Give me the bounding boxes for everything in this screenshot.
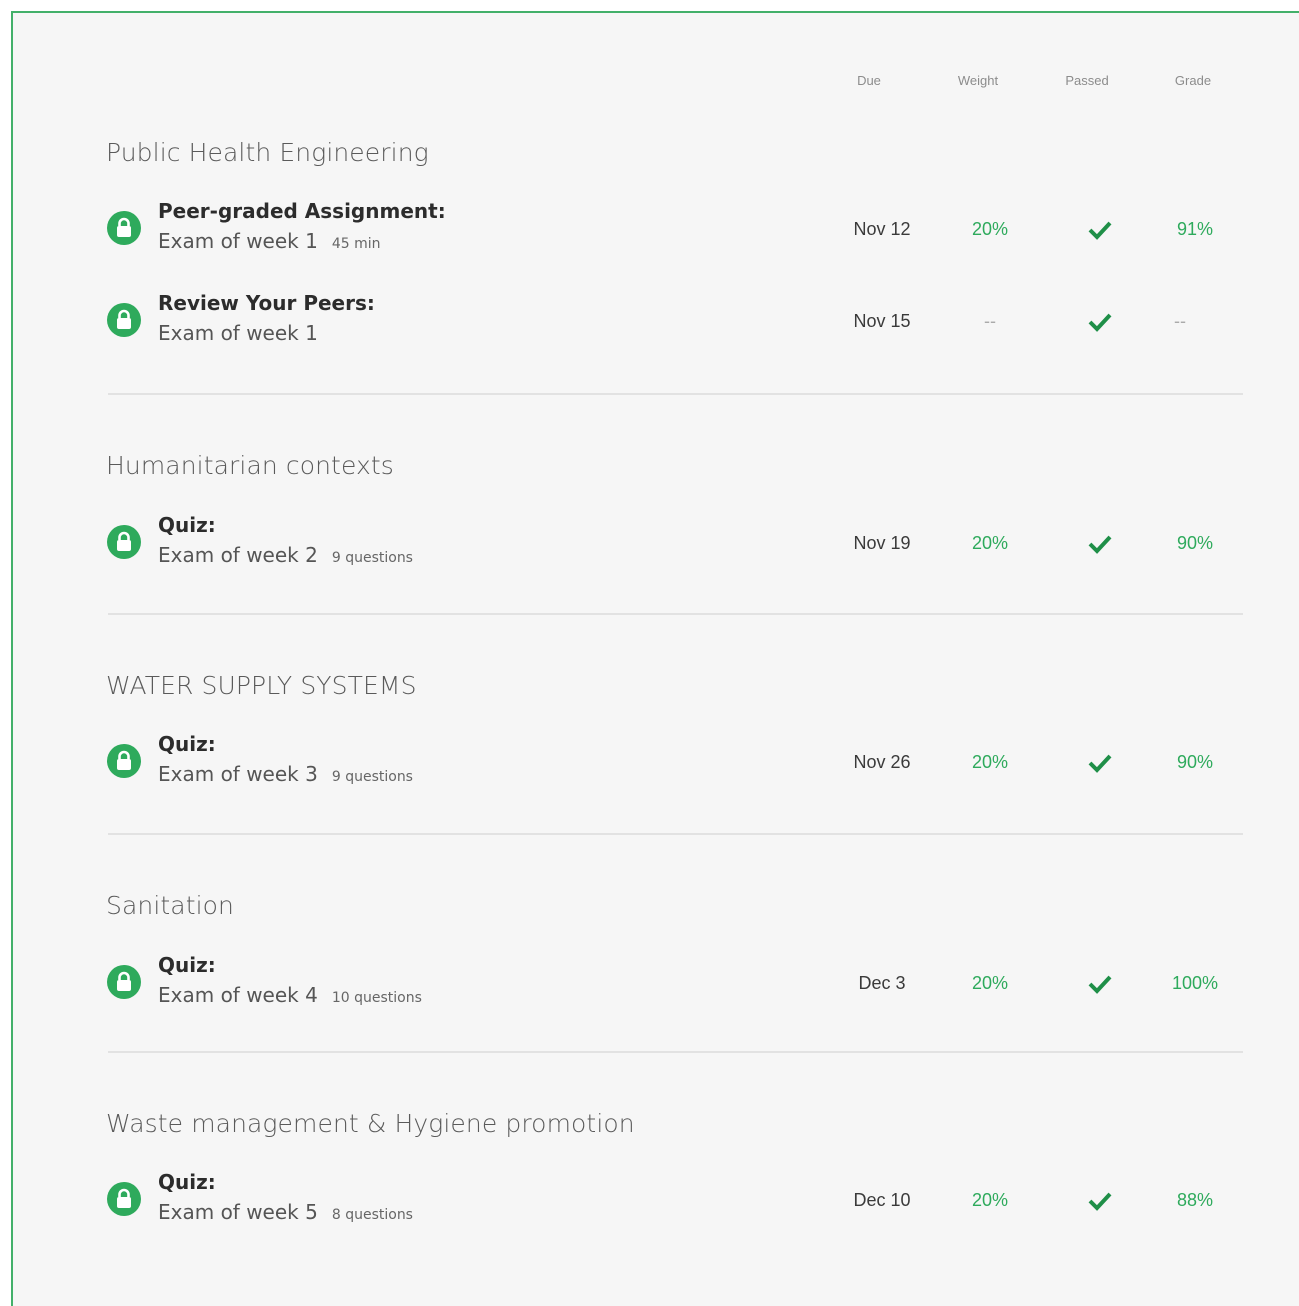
item-name[interactable]: Exam of week 5 8 questions bbox=[158, 1200, 413, 1224]
item-title[interactable]: Exam of week 1 bbox=[158, 321, 318, 345]
checkmark-icon bbox=[1088, 313, 1112, 333]
weight: 20% bbox=[971, 752, 1009, 772]
item-name[interactable]: Exam of week 4 10 questions bbox=[158, 983, 422, 1007]
due-date: Dec 10 bbox=[853, 1190, 911, 1210]
item-meta: 8 questions bbox=[331, 1207, 413, 1223]
item-title[interactable]: Exam of week 5 bbox=[158, 1200, 318, 1224]
column-header-due: Due bbox=[857, 73, 881, 88]
passed-status bbox=[1055, 513, 1145, 573]
lock-icon bbox=[107, 525, 141, 559]
lock-icon bbox=[107, 1182, 141, 1216]
grade: 91% bbox=[1176, 219, 1214, 239]
assignment-row[interactable]: Quiz: Exam of week 2 9 questions Nov 19 2… bbox=[107, 513, 1247, 573]
item-type: Quiz: bbox=[158, 513, 216, 537]
passed-status bbox=[1055, 1170, 1145, 1230]
item-meta: 9 questions bbox=[331, 550, 413, 566]
checkmark-icon bbox=[1088, 1192, 1112, 1212]
grades-panel: Due Weight Passed Grade Public Health En… bbox=[11, 11, 1299, 1306]
checkmark-icon bbox=[1088, 535, 1112, 555]
section-title: Waste management & Hygiene promotion bbox=[106, 1109, 635, 1138]
checkmark-icon bbox=[1088, 221, 1112, 241]
item-title[interactable]: Exam of week 4 bbox=[158, 983, 318, 1007]
passed-status bbox=[1055, 199, 1145, 259]
column-header-weight: Weight bbox=[957, 73, 999, 88]
weight: 20% bbox=[971, 973, 1009, 993]
due-date: Nov 26 bbox=[853, 752, 911, 772]
item-meta: 45 min bbox=[331, 236, 381, 252]
assignment-row[interactable]: Quiz: Exam of week 5 8 questions Dec 10 2… bbox=[107, 1170, 1247, 1230]
item-name[interactable]: Exam of week 1 45 min bbox=[158, 229, 381, 253]
assignment-row[interactable]: Quiz: Exam of week 4 10 questions Dec 3 2… bbox=[107, 953, 1247, 1013]
item-title[interactable]: Exam of week 1 bbox=[158, 229, 318, 253]
item-meta: 10 questions bbox=[331, 990, 422, 1006]
section-divider bbox=[108, 1051, 1243, 1053]
column-header-grade: Grade bbox=[1174, 73, 1212, 88]
item-type: Quiz: bbox=[158, 953, 216, 977]
assignment-row[interactable]: Peer-graded Assignment: Exam of week 1 45… bbox=[107, 199, 1247, 259]
section-title: Humanitarian contexts bbox=[106, 451, 394, 480]
section-divider bbox=[108, 393, 1243, 395]
item-type: Peer-graded Assignment: bbox=[158, 199, 446, 223]
weight: 20% bbox=[971, 533, 1009, 553]
section-title: Sanitation bbox=[106, 891, 234, 920]
section-title: WATER SUPPLY SYSTEMS bbox=[106, 671, 417, 700]
grade: 100% bbox=[1171, 973, 1219, 993]
lock-icon bbox=[107, 744, 141, 778]
grade: 90% bbox=[1176, 533, 1214, 553]
assignment-row[interactable]: Review Your Peers: Exam of week 1 Nov 15… bbox=[107, 291, 1247, 351]
due-date: Nov 15 bbox=[853, 311, 911, 331]
section-title: Public Health Engineering bbox=[106, 138, 429, 167]
lock-icon bbox=[107, 965, 141, 999]
item-type: Quiz: bbox=[158, 1170, 216, 1194]
passed-status bbox=[1055, 953, 1145, 1013]
item-title[interactable]: Exam of week 2 bbox=[158, 543, 318, 567]
checkmark-icon bbox=[1088, 975, 1112, 995]
passed-status bbox=[1055, 732, 1145, 792]
weight: 20% bbox=[971, 219, 1009, 239]
assignment-row[interactable]: Quiz: Exam of week 3 9 questions Nov 26 2… bbox=[107, 732, 1247, 792]
item-meta: 9 questions bbox=[331, 769, 413, 785]
weight: 20% bbox=[971, 1190, 1009, 1210]
grade: 90% bbox=[1176, 752, 1214, 772]
section-divider bbox=[108, 613, 1243, 615]
lock-icon bbox=[107, 211, 141, 245]
section-divider bbox=[108, 833, 1243, 835]
item-title[interactable]: Exam of week 3 bbox=[158, 762, 318, 786]
item-type: Review Your Peers: bbox=[158, 291, 375, 315]
item-name[interactable]: Exam of week 2 9 questions bbox=[158, 543, 413, 567]
weight: -- bbox=[984, 311, 996, 331]
lock-icon bbox=[107, 303, 141, 337]
item-name[interactable]: Exam of week 1 bbox=[158, 321, 318, 345]
due-date: Nov 19 bbox=[853, 533, 911, 553]
grade: -- bbox=[1174, 311, 1186, 331]
item-name[interactable]: Exam of week 3 9 questions bbox=[158, 762, 413, 786]
due-date: Dec 3 bbox=[858, 973, 906, 993]
passed-status bbox=[1055, 291, 1145, 351]
column-header-passed: Passed bbox=[1065, 73, 1109, 88]
due-date: Nov 12 bbox=[853, 219, 911, 239]
checkmark-icon bbox=[1088, 754, 1112, 774]
item-type: Quiz: bbox=[158, 732, 216, 756]
grade: 88% bbox=[1176, 1190, 1214, 1210]
